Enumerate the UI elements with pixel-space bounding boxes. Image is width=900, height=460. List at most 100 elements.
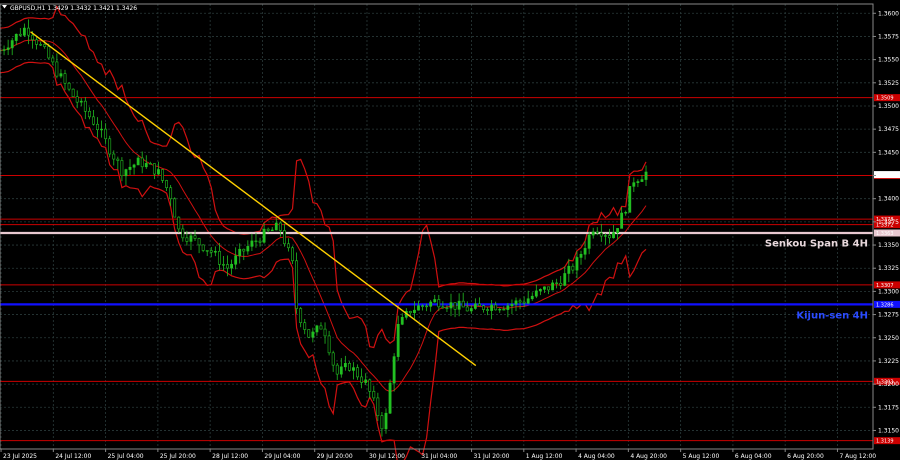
bear-candle bbox=[152, 163, 156, 175]
y-tick-label: 1.3400 bbox=[878, 196, 899, 203]
bull-candle bbox=[10, 40, 14, 49]
support-price-label: 1.3139 bbox=[876, 439, 894, 445]
x-tick-label: 25 Jul 04:00 bbox=[108, 453, 144, 460]
bear-candle bbox=[120, 160, 124, 177]
bear-candle bbox=[441, 306, 445, 309]
bull-candle bbox=[384, 412, 388, 430]
bull-candle bbox=[343, 363, 347, 368]
bear-candle bbox=[453, 302, 457, 310]
bear-candle bbox=[291, 247, 294, 262]
bear-candle bbox=[201, 244, 205, 251]
bull-candle bbox=[128, 166, 132, 170]
bull-candle bbox=[6, 47, 10, 50]
bear-candle bbox=[35, 39, 38, 45]
plot-background bbox=[0, 0, 900, 460]
bull-candle bbox=[526, 298, 530, 304]
bear-candle bbox=[197, 238, 201, 246]
bear-candle bbox=[518, 300, 522, 303]
bear-candle bbox=[148, 163, 152, 165]
bear-candle bbox=[87, 111, 91, 118]
bear-candle bbox=[482, 305, 485, 310]
bear-candle bbox=[112, 153, 116, 160]
x-tick-label: 31 Jul 20:00 bbox=[474, 453, 510, 460]
bull-candle bbox=[59, 73, 63, 77]
bear-candle bbox=[104, 128, 108, 140]
bear-candle bbox=[169, 187, 173, 200]
bull-candle bbox=[510, 303, 514, 307]
bull-candle bbox=[583, 248, 587, 255]
senkou-span-b-price-label: 1.3363 bbox=[876, 231, 894, 237]
bull-candle bbox=[551, 282, 554, 291]
bull-candle bbox=[213, 251, 217, 253]
bear-candle bbox=[478, 303, 481, 307]
bear-candle bbox=[425, 305, 429, 308]
bear-candle bbox=[92, 116, 95, 125]
bear-candle bbox=[368, 379, 372, 392]
bull-candle bbox=[417, 305, 420, 311]
bull-candle bbox=[628, 186, 632, 213]
bear-candle bbox=[547, 286, 550, 291]
y-tick-label: 1.3375 bbox=[878, 219, 899, 226]
y-tick-label: 1.3200 bbox=[878, 381, 899, 388]
bear-candle bbox=[437, 299, 441, 308]
bull-candle bbox=[124, 169, 128, 177]
bull-candle bbox=[624, 212, 628, 214]
bull-candle bbox=[230, 263, 234, 269]
bear-candle bbox=[226, 264, 229, 269]
bear-candle bbox=[323, 328, 327, 337]
bear-candle bbox=[116, 158, 120, 161]
bear-candle bbox=[555, 282, 559, 284]
bear-candle bbox=[193, 235, 197, 239]
price-chart[interactable]: 1.35091.34251.33781.33721.33631.33071.32… bbox=[0, 0, 900, 460]
kijun-sen-price-label: 1.3286 bbox=[876, 302, 894, 308]
bull-candle bbox=[100, 128, 103, 131]
bear-candle bbox=[299, 308, 303, 324]
y-tick-label: 1.3425 bbox=[878, 173, 899, 180]
bear-candle bbox=[181, 228, 185, 239]
bull-candle bbox=[157, 169, 160, 175]
symbol-header: GBPUSD,H1 1.3429 1.3432 1.3421 1.3426 bbox=[10, 5, 137, 12]
bull-candle bbox=[250, 240, 254, 247]
bear-candle bbox=[266, 228, 270, 231]
x-tick-label: 4 Aug 20:00 bbox=[630, 453, 667, 460]
bear-candle bbox=[376, 397, 380, 416]
y-tick-label: 1.3150 bbox=[878, 427, 899, 434]
x-tick-label: 29 Jul 04:00 bbox=[264, 453, 300, 460]
bear-candle bbox=[335, 364, 339, 375]
bear-candle bbox=[319, 325, 323, 330]
bull-candle bbox=[339, 366, 343, 375]
bear-candle bbox=[287, 243, 290, 249]
bull-candle bbox=[620, 212, 624, 229]
x-tick-label: 5 Aug 12:00 bbox=[683, 453, 720, 460]
bull-candle bbox=[490, 304, 494, 311]
bear-candle bbox=[303, 322, 307, 330]
bear-candle bbox=[494, 304, 498, 311]
bull-candle bbox=[473, 303, 477, 309]
y-tick-label: 1.3175 bbox=[878, 404, 899, 411]
bull-candle bbox=[563, 273, 567, 286]
bear-candle bbox=[47, 46, 51, 59]
x-tick-label: 1 Aug 12:00 bbox=[526, 453, 563, 460]
bull-candle bbox=[22, 27, 26, 36]
bear-candle bbox=[242, 248, 246, 252]
kijun-sen-annotation: Kijun-sen 4H bbox=[796, 311, 868, 322]
bull-candle bbox=[392, 356, 396, 384]
bull-candle bbox=[543, 286, 546, 290]
y-tick-label: 1.3275 bbox=[878, 312, 899, 319]
bear-candle bbox=[608, 235, 611, 239]
x-tick-label: 23 Jul 2025 bbox=[3, 453, 37, 460]
bull-candle bbox=[514, 300, 518, 305]
bear-candle bbox=[559, 282, 563, 286]
bear-candle bbox=[39, 44, 43, 46]
bear-candle bbox=[380, 415, 384, 430]
bull-candle bbox=[433, 299, 437, 303]
bull-candle bbox=[640, 179, 644, 182]
bear-candle bbox=[83, 100, 87, 112]
bull-candle bbox=[575, 257, 579, 271]
bear-candle bbox=[177, 216, 181, 230]
bear-candle bbox=[18, 33, 22, 36]
bear-candle bbox=[283, 230, 286, 245]
bull-candle bbox=[14, 33, 18, 41]
bear-candle bbox=[461, 300, 465, 308]
bear-candle bbox=[217, 251, 221, 265]
